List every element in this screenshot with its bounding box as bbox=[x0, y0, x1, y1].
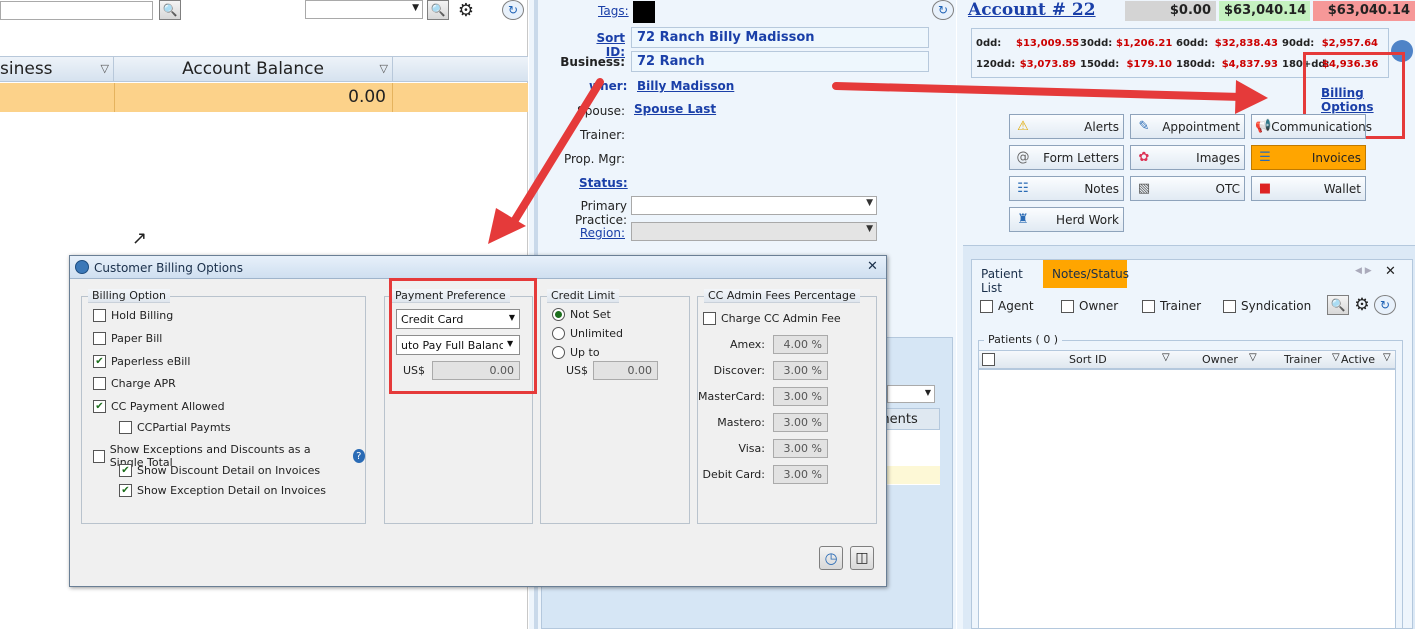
annotation-arrow-shaft bbox=[832, 82, 1246, 101]
annotation-arrowhead bbox=[1235, 80, 1268, 114]
annotation-arrow-shaft bbox=[506, 78, 604, 232]
annotation-arrows bbox=[488, 78, 1268, 244]
